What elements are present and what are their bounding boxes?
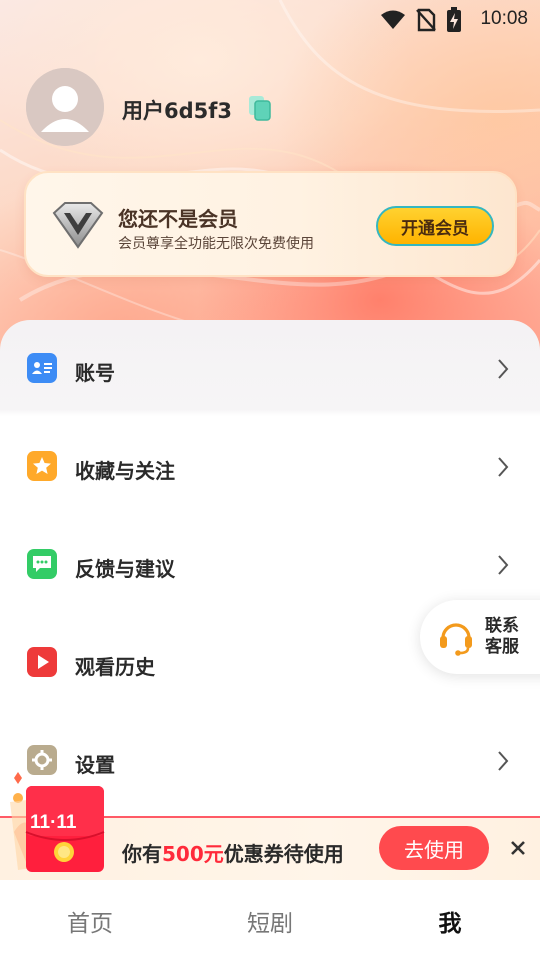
customer-service-label-line2: 客服 [485,637,519,657]
tab-short-drama[interactable]: 短剧 [220,904,320,938]
menu-item-account[interactable]: 账号 [0,334,540,404]
vip-subtitle: 会员尊享全功能无限次免费使用 [118,236,314,252]
play-icon [27,647,57,677]
customer-service-button[interactable]: 联系 客服 [420,600,540,674]
status-bar: 10:08 [0,0,540,38]
bottom-nav: 首页 短剧 我 [0,880,540,960]
menu-item-feedback[interactable]: 反馈与建议 [0,530,540,600]
headset-icon [440,623,472,656]
use-coupon-button[interactable]: 去使用 [379,826,489,870]
menu-item-label: 观看历史 [75,655,155,679]
menu-item-label: 反馈与建议 [75,557,175,581]
chevron-right-icon [498,359,509,379]
chat-bubble-icon [27,549,57,579]
default-avatar-icon [26,68,104,146]
chevron-right-icon [498,751,509,771]
status-time: 10:08 [480,8,528,29]
tab-me[interactable]: 我 [400,904,500,938]
wifi-icon [381,10,405,29]
menu-item-favorites[interactable]: 收藏与关注 [0,432,540,502]
no-sim-icon [416,8,436,32]
menu-item-label: 账号 [75,361,115,385]
menu-item-label: 收藏与关注 [75,459,175,483]
double-eleven-badge-text: 11·11 [30,812,77,833]
star-icon [27,451,57,481]
copy-icon[interactable] [246,94,274,122]
coupon-promo-text: 你有500元优惠券待使用 [122,838,344,867]
open-membership-button[interactable]: 开通会员 [376,206,494,246]
close-icon[interactable] [508,838,528,858]
customer-service-label: 联系 客服 [485,616,525,658]
tab-home[interactable]: 首页 [40,904,140,938]
avatar[interactable] [26,68,104,146]
battery-charging-icon [447,7,461,32]
promo-amount: 500元 [162,842,224,866]
vip-diamond-icon [52,202,104,249]
chevron-right-icon [498,555,509,575]
promo-text-before: 你有 [122,842,162,866]
vip-title: 您还不是会员 [118,207,238,231]
chevron-right-icon [498,457,509,477]
account-card-icon [27,353,57,383]
customer-service-label-line1: 联系 [485,616,519,636]
username: 用户6d5f3 [122,99,233,123]
vip-promo-card[interactable]: 您还不是会员 会员尊享全功能无限次免费使用 开通会员 [24,171,517,277]
gear-icon [27,745,57,775]
promo-text-after: 优惠券待使用 [223,842,344,866]
